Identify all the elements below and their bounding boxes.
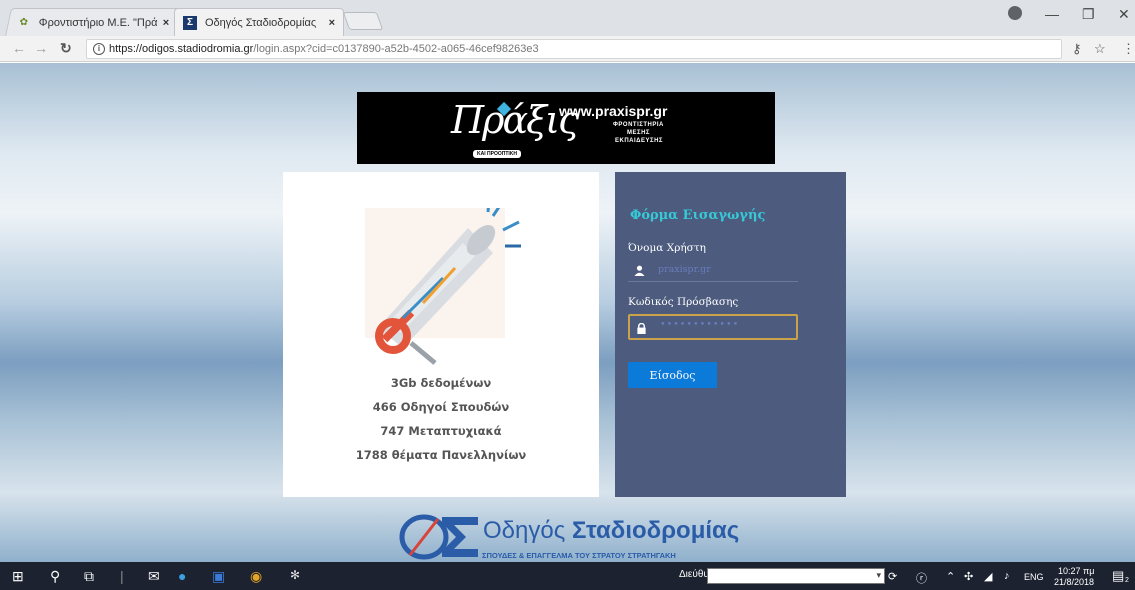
banner-line: ΕΚΠΑΙΔΕΥΣΗΣ bbox=[615, 138, 664, 144]
stat-guides: 466 Οδηγοί Σπουδών bbox=[372, 400, 510, 414]
login-submit-button[interactable]: Είσοδος bbox=[628, 362, 717, 388]
mail-icon[interactable]: ✉ bbox=[148, 568, 160, 585]
info-panel: 3Gb δεδομένων 466 Οδηγοί Σπουδών 747 Μετ… bbox=[283, 172, 599, 497]
username-value: praxispr.gr bbox=[658, 264, 711, 275]
compass-sigma-icon bbox=[399, 514, 478, 560]
windows-taskbar: ⊞ ⚲ ⧉ | ✉ ● ▣ ◉ ✻ Διεύθυνση ▾ ⟳ ⓡ ⌃ ✣ ◢ … bbox=[0, 562, 1135, 590]
taskbar-divider: | bbox=[120, 568, 124, 584]
page-background: Πράξις ΚΑΙ ΠΡΟΟΠΤΙΚΗ www.praxispr.gr ΦΡΟ… bbox=[0, 63, 1135, 562]
forward-icon[interactable]: → bbox=[34, 40, 48, 56]
praxis-banner[interactable]: Πράξις ΚΑΙ ΠΡΟΟΠΤΙΚΗ www.praxispr.gr ΦΡΟ… bbox=[357, 92, 775, 164]
network-icon[interactable]: ✣ bbox=[964, 570, 973, 583]
username-field[interactable]: praxispr.gr bbox=[628, 260, 798, 282]
logo-text-regular: Οδηγός bbox=[483, 517, 572, 544]
address-toolbar-input[interactable]: ▾ bbox=[707, 568, 885, 584]
profile-icon[interactable] bbox=[1008, 6, 1022, 20]
stat-postgraduate: 747 Μεταπτυχιακά bbox=[380, 424, 502, 438]
user-icon bbox=[634, 265, 645, 276]
banner-line: ΦΡΟΝΤΙΣΤΗΡΙΑ bbox=[613, 122, 664, 128]
language-indicator[interactable]: ENG bbox=[1024, 572, 1044, 582]
volume-icon[interactable]: ♪ bbox=[1004, 570, 1010, 582]
bookmark-star-icon[interactable]: ☆ bbox=[1094, 41, 1106, 57]
tab-praxis[interactable]: ✿ Φροντιστήριο Μ.Ε. "Πρά × bbox=[5, 8, 181, 36]
browser-toolbar: ← → ↻ i https://odigos.stadiodromia.gr/l… bbox=[0, 36, 1135, 62]
restore-icon[interactable]: ❐ bbox=[1082, 6, 1095, 23]
close-tab-icon[interactable]: × bbox=[162, 9, 168, 36]
lock-icon bbox=[637, 323, 646, 334]
windows-start-icon[interactable]: ⊞ bbox=[12, 568, 24, 585]
login-form-title: Φόρμα Εισαγωγής bbox=[630, 208, 766, 223]
stat-exam-topics: 1788 θέματα Πανελληνίων bbox=[355, 448, 527, 462]
menu-icon[interactable]: ⋮ bbox=[1122, 41, 1135, 57]
close-window-icon[interactable]: ✕ bbox=[1118, 6, 1130, 23]
app-icon[interactable]: ✻ bbox=[290, 568, 300, 582]
new-tab-button[interactable] bbox=[342, 12, 384, 30]
url-host: https://odigos.stadiodromia.gr bbox=[109, 43, 254, 55]
password-key-icon[interactable]: ⚷ bbox=[1072, 41, 1082, 57]
close-tab-icon[interactable]: × bbox=[329, 9, 335, 36]
search-icon[interactable]: ⚲ bbox=[50, 568, 60, 585]
minimize-icon[interactable]: — bbox=[1045, 6, 1059, 22]
stadiodromia-logo[interactable]: Οδηγός Σταδιοδρομίας ΣΠΟΥΔΕΣ & ΕΠΑΓΓΕΛΜΑ… bbox=[398, 511, 758, 561]
tab-title: Οδηγός Σταδιοδρομίας bbox=[205, 17, 317, 29]
url-path: /login.aspx?cid=c0137890-a52b-4502-a065-… bbox=[253, 43, 539, 55]
username-label: Όνομα Χρήστη bbox=[628, 242, 706, 254]
banner-tagline: ΚΑΙ ΠΡΟΟΠΤΙΚΗ bbox=[473, 150, 521, 158]
logo-text-bold: Σταδιοδρομίας bbox=[571, 517, 740, 544]
megaphone-icon bbox=[365, 208, 521, 365]
word-icon[interactable]: ▣ bbox=[212, 568, 225, 585]
back-icon[interactable]: ← bbox=[12, 40, 26, 56]
browser-tab-strip: ✿ Φροντιστήριο Μ.Ε. "Πρά × Σ Οδηγός Σταδ… bbox=[0, 0, 1135, 36]
notification-count: 2 bbox=[1125, 577, 1129, 584]
banner-line: ΜΕΣΗΣ bbox=[627, 130, 651, 136]
task-view-icon[interactable]: ⧉ bbox=[84, 568, 94, 585]
go-icon[interactable]: ⟳ bbox=[888, 570, 897, 583]
address-bar[interactable]: i https://odigos.stadiodromia.gr/login.a… bbox=[86, 39, 1062, 59]
clock-date[interactable]: 21/8/2018 bbox=[1054, 577, 1094, 587]
dropdown-icon[interactable]: ▾ bbox=[876, 570, 881, 581]
reload-icon[interactable]: ↻ bbox=[60, 40, 72, 57]
password-label: Κωδικός Πρόσβασης bbox=[628, 296, 739, 308]
chrome-icon[interactable]: ◉ bbox=[250, 568, 262, 585]
logo-text: Οδηγός Σταδιοδρομίας bbox=[483, 517, 739, 545]
notifications-icon[interactable]: ▤ bbox=[1112, 568, 1124, 584]
banner-website: www.praxispr.gr bbox=[559, 103, 668, 119]
tab-odigos[interactable]: Σ Οδηγός Σταδιοδρομίας × bbox=[174, 8, 344, 36]
password-value: •••••••••••• bbox=[660, 319, 740, 330]
login-panel: Φόρμα Εισαγωγής Όνομα Χρήστη praxispr.gr… bbox=[615, 172, 846, 497]
stat-data: 3Gb δεδομένων bbox=[390, 376, 492, 390]
skype-icon[interactable]: ● bbox=[178, 568, 186, 584]
people-icon[interactable]: ⓡ bbox=[916, 570, 927, 586]
praxis-leaf-icon: ✿ bbox=[19, 17, 28, 28]
site-info-icon[interactable]: i bbox=[93, 43, 105, 55]
wifi-icon[interactable]: ◢ bbox=[984, 570, 992, 583]
sigma-icon: Σ bbox=[183, 16, 197, 30]
clock-time[interactable]: 10:27 πμ bbox=[1058, 566, 1094, 576]
logo-subtitle: ΣΠΟΥΔΕΣ & ΕΠΑΓΓΕΛΜΑ ΤΟΥ ΣΤΡΑΤΟΥ ΣΤΡΑΤΗΓΑ… bbox=[482, 551, 676, 560]
chevron-up-icon[interactable]: ⌃ bbox=[946, 570, 955, 583]
password-field[interactable]: •••••••••••• bbox=[628, 314, 798, 340]
tab-title: Φροντιστήριο Μ.Ε. "Πρά bbox=[38, 17, 158, 29]
